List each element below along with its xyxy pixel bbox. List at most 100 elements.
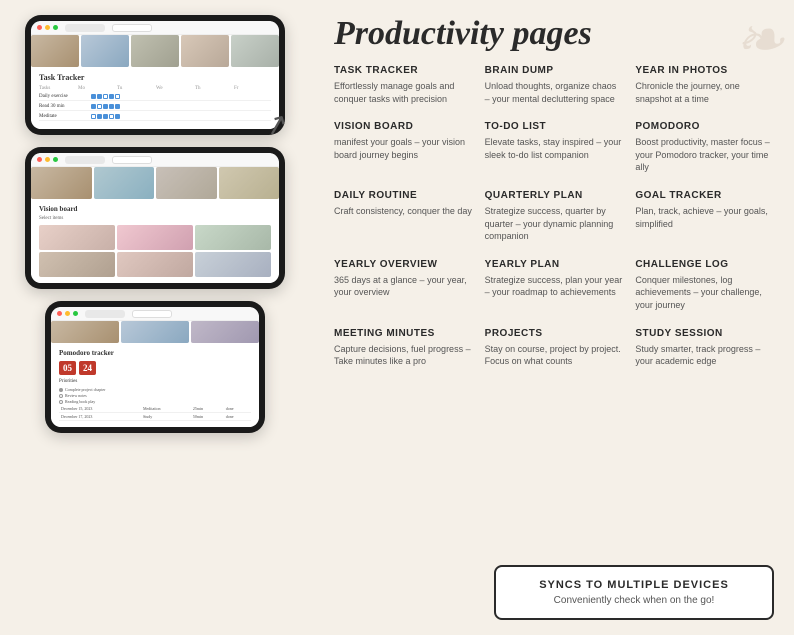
feature-title-14: STUDY SESSION xyxy=(635,328,774,339)
window-dot-green-2 xyxy=(53,157,58,162)
window-dot-green-3 xyxy=(73,311,78,316)
features-grid: TASK TRACKER Effortlessly manage goals a… xyxy=(334,61,774,372)
feature-vision-board: VISION BOARD manifest your goals – your … xyxy=(334,117,473,178)
feature-desc-1: Unload thoughts, organize chaos – your m… xyxy=(485,80,624,105)
feature-meeting: MEETING MINUTES Capture decisions, fuel … xyxy=(334,324,473,372)
pm-text-1: Complete project chapter xyxy=(65,387,105,392)
left-panel: Task Tracker Tasks Mo Tu We Th Fr Daily … xyxy=(0,0,310,635)
feature-desc-11: Conquer milestones, log achievements – y… xyxy=(635,274,774,312)
feature-desc-6: Craft consistency, conquer the day xyxy=(334,205,473,218)
feature-desc-14: Study smarter, track progress – your aca… xyxy=(635,343,774,368)
photos-strip-vb xyxy=(31,167,279,199)
check-8 xyxy=(103,104,108,109)
pm-seconds: 24 xyxy=(79,361,96,375)
feature-title-9: YEARLY OVERVIEW xyxy=(334,259,473,270)
row-label-1: Daily exercise xyxy=(39,94,89,99)
pm-status-1: done xyxy=(224,405,251,413)
feature-desc-10: Strategize success, plan your year – you… xyxy=(485,274,624,299)
feature-desc-5: Boost productivity, master focus – your … xyxy=(635,136,774,174)
pm-photo-1 xyxy=(51,321,119,343)
col-task: Tasks xyxy=(39,86,76,91)
check-6 xyxy=(91,104,96,109)
feature-title-13: PROJECTS xyxy=(485,328,624,339)
pm-text-3: Reading book play xyxy=(65,399,95,404)
pm-item-1: Complete project chapter xyxy=(59,387,251,392)
pm-dur-2: Study xyxy=(141,413,191,421)
check-3 xyxy=(103,94,108,99)
col-thu: Th xyxy=(195,86,232,91)
vb-photo-2 xyxy=(94,167,155,199)
tab-1 xyxy=(65,24,105,32)
tablet-screen-1: Task Tracker Tasks Mo Tu We Th Fr Daily … xyxy=(31,21,279,129)
vision-board-content: Vision board Select items xyxy=(31,199,279,283)
pm-focus-1: 25min xyxy=(191,405,224,413)
photo-1 xyxy=(31,35,79,67)
vb-cell-5 xyxy=(117,252,193,277)
feature-goal-tracker: GOAL TRACKER Plan, track, achieve – your… xyxy=(635,186,774,247)
photos-strip-pm xyxy=(51,321,259,343)
window-dot-red-3 xyxy=(57,311,62,316)
vb-photo-1 xyxy=(31,167,92,199)
tab-4 xyxy=(112,156,152,164)
vb-cell-6 xyxy=(195,252,271,277)
feature-pomodoro: POMODORO Boost productivity, master focu… xyxy=(635,117,774,178)
vb-cell-2 xyxy=(117,225,193,250)
tablet-vision-board: Vision board Select items xyxy=(25,147,285,289)
photo-4 xyxy=(181,35,229,67)
row-checks-3 xyxy=(91,114,271,119)
vb-cell-3 xyxy=(195,225,271,250)
feature-desc-4: Elevate tasks, stay inspired – your slee… xyxy=(485,136,624,161)
feature-yearly-overview: YEARLY OVERVIEW 365 days at a glance – y… xyxy=(334,255,473,316)
feature-desc-0: Effortlessly manage goals and conquer ta… xyxy=(334,80,473,105)
feature-title-12: MEETING MINUTES xyxy=(334,328,473,339)
check-10 xyxy=(115,104,120,109)
feature-title-5: POMODORO xyxy=(635,121,774,132)
pm-item-2: Review notes xyxy=(59,393,251,398)
feature-desc-7: Strategize success, quarter by quarter –… xyxy=(485,205,624,243)
photo-2 xyxy=(81,35,129,67)
feature-desc-12: Capture decisions, fuel progress – Take … xyxy=(334,343,473,368)
pm-photo-3 xyxy=(191,321,259,343)
pm-table-row-1: December 15, 2023 Meditation 25min done xyxy=(59,405,251,413)
pm-priorities-label: Priorities xyxy=(59,379,251,384)
feature-study: STUDY SESSION Study smarter, track progr… xyxy=(635,324,774,372)
row-label-3: Meditate xyxy=(39,114,89,119)
pm-session-table: December 15, 2023 Meditation 25min done … xyxy=(59,405,251,421)
pm-focus-2: 50min xyxy=(191,413,224,421)
pm-dur-1: Meditation xyxy=(141,405,191,413)
check-4 xyxy=(109,94,114,99)
feature-desc-3: manifest your goals – your vision board … xyxy=(334,136,473,161)
tab-2 xyxy=(112,24,152,32)
feature-desc-9: 365 days at a glance – your year, your o… xyxy=(334,274,473,299)
page-title: Productivity pages xyxy=(334,15,774,53)
window-dot-green xyxy=(53,25,58,30)
cta-title: SYNCS TO MULTIPLE DEVICES xyxy=(512,579,756,591)
window-dot-red-2 xyxy=(37,157,42,162)
window-dot-yellow xyxy=(45,25,50,30)
col-fri: Fr xyxy=(234,86,271,91)
feature-task-tracker: TASK TRACKER Effortlessly manage goals a… xyxy=(334,61,473,109)
vb-grid xyxy=(39,225,271,277)
check-11 xyxy=(91,114,96,119)
pm-title: Pomodoro tracker xyxy=(59,349,251,357)
check-14 xyxy=(109,114,114,119)
col-wed: We xyxy=(156,86,193,91)
vb-photo-4 xyxy=(219,167,280,199)
pm-text-2: Review notes xyxy=(65,393,87,398)
row-checks-1 xyxy=(91,94,271,99)
title-part1: Productivity xyxy=(334,15,504,52)
tt-title: Task Tracker xyxy=(39,73,271,82)
photo-5 xyxy=(231,35,279,67)
cta-box: SYNCS TO MULTIPLE DEVICES Conveniently c… xyxy=(494,565,774,620)
vb-cell-1 xyxy=(39,225,115,250)
task-tracker-content: Task Tracker Tasks Mo Tu We Th Fr Daily … xyxy=(31,67,279,129)
pm-item-3: Reading book play xyxy=(59,399,251,404)
pm-date-2: December 17, 2023 xyxy=(59,413,141,421)
col-tue: Tu xyxy=(117,86,154,91)
tab-3 xyxy=(65,156,105,164)
feature-daily-routine: DAILY ROUTINE Craft consistency, conquer… xyxy=(334,186,473,247)
check-13 xyxy=(103,114,108,119)
pomodoro-content: Pomodoro tracker 05 24 Priorities Comple… xyxy=(51,343,259,427)
tablet-pomodoro: Pomodoro tracker 05 24 Priorities Comple… xyxy=(45,301,265,433)
cta-desc: Conveniently check when on the go! xyxy=(512,595,756,606)
